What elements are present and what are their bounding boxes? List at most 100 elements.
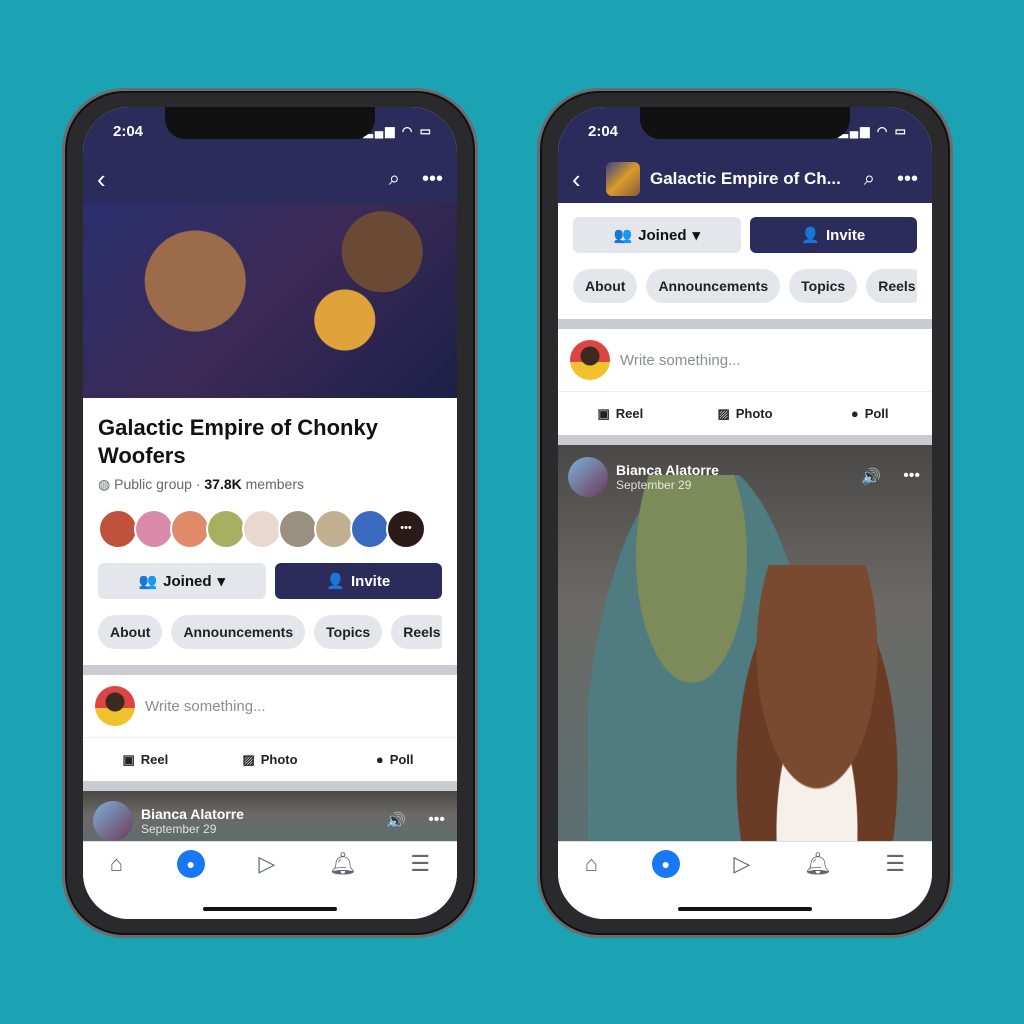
composer[interactable]: Write something... [558,329,932,391]
phone-right: 2:04 ▂▄▆ ◠ ▭ ‹ Galactic Empire of Ch... ⌕ ••… [537,88,953,938]
avatar [570,340,610,380]
status-icons: ▂▄▆ ◠ ▭ [838,124,908,138]
invite-button[interactable]: 👤 Invite [749,217,917,253]
more-icon[interactable]: ••• [428,811,445,831]
tab-topics[interactable]: Topics [789,269,858,303]
home-icon[interactable]: ⌂ [585,851,598,877]
invite-button[interactable]: 👤 Invite [274,563,442,599]
add-person-icon: 👤 [801,227,820,244]
composer[interactable]: Write something... [83,675,457,737]
more-icon[interactable]: ••• [422,168,443,191]
author-name[interactable]: Bianca Alatorre [616,462,719,478]
tab-topics[interactable]: Topics [314,615,383,649]
home-indicator [678,907,812,911]
notch [640,107,850,139]
avatar [314,509,354,549]
avatar [95,686,135,726]
clock: 2:04 [113,122,144,140]
nav-bar: ‹ ⌕ ••• [83,155,457,203]
tab-about[interactable]: About [573,269,638,303]
author-avatar[interactable] [93,801,133,841]
volume-icon[interactable]: 🔊 [861,467,881,487]
clock: 2:04 [588,122,619,140]
tab-announcements[interactable]: Announcements [171,615,306,649]
divider [83,781,457,791]
group-info: ◍ Public group · 37.8K members [98,476,304,492]
groups-icon[interactable]: ● [651,850,680,878]
group-icon: 👥 [613,227,633,244]
poll-button[interactable]: ● Poll [807,392,932,435]
avatar [242,509,282,549]
volume-icon[interactable]: 🔊 [386,811,406,831]
reel-button[interactable]: ▣ Reel [558,392,683,435]
nav-bar: ‹ Galactic Empire of Ch... ⌕ ••• [558,155,932,203]
photo-button[interactable]: ▨ Photo [683,392,808,435]
joined-button[interactable]: 👥 Joined ▾ [573,217,741,253]
caret-down-icon: ▾ [217,573,226,590]
composer-input[interactable]: Write something... [620,352,741,369]
phone-left: 2:04 ▂▄▆ ◠ ▭ ‹ ⌕ ••• Galactic Empire of Cho… [62,88,478,938]
photo-button[interactable]: ▨ Photo [208,738,333,781]
poll-icon: ● [850,406,859,421]
bell-icon[interactable]: 🔔︎ [804,851,832,877]
avatar [278,509,318,549]
screen-group-scrolled: 2:04 ▂▄▆ ◠ ▭ ‹ Galactic Empire of Ch... ⌕ ••… [558,107,932,919]
add-person-icon: 👤 [326,573,345,590]
more-members-icon: ••• [386,509,426,549]
group-icon: 👥 [138,573,158,590]
globe-icon: ◍ [98,476,111,492]
notch [165,107,375,139]
poll-icon: ● [375,752,384,767]
more-icon[interactable]: ••• [903,467,920,487]
tab-reels[interactable]: Reels [866,269,917,303]
back-icon[interactable]: ‹ [572,164,596,195]
tab-announcements[interactable]: Announcements [646,269,781,303]
caret-down-icon: ▾ [692,227,701,244]
post-date: September 29 [616,478,692,492]
home-icon[interactable]: ⌂ [110,851,123,877]
photo-icon: ▨ [717,405,730,421]
avatar [206,509,246,549]
group-title-short: Galactic Empire of Ch... [650,169,841,188]
tab-about[interactable]: About [98,615,163,649]
composer-input[interactable]: Write something... [145,698,266,715]
video-icon[interactable]: ▷ [258,851,275,877]
video-icon[interactable]: ▷ [733,851,750,877]
avatar [170,509,210,549]
menu-icon[interactable]: ☰ [885,851,905,877]
poll-button[interactable]: ● Poll [332,738,457,781]
group-thumbnail [606,162,640,196]
divider [558,319,932,329]
screen-group-page: 2:04 ▂▄▆ ◠ ▭ ‹ ⌕ ••• Galactic Empire of Cho… [83,107,457,919]
joined-button[interactable]: 👥 Joined ▾ [98,563,266,599]
search-icon[interactable]: ⌕ [389,168,400,191]
reel-button[interactable]: ▣ Reel [83,738,208,781]
tab-reels[interactable]: Reels [391,615,442,649]
photo-icon: ▨ [242,751,255,767]
home-indicator [203,907,337,911]
bottom-nav: ⌂ ● ▷ 🔔︎ ☰ [83,841,457,919]
reel-icon: ▣ [122,751,135,767]
groups-icon[interactable]: ● [176,850,205,878]
bell-icon[interactable]: 🔔︎ [329,851,357,877]
more-icon[interactable]: ••• [897,168,918,191]
avatar [134,509,174,549]
avatar [98,509,138,549]
reel-icon: ▣ [597,405,610,421]
avatar [350,509,390,549]
search-icon[interactable]: ⌕ [864,168,875,191]
status-icons: ▂▄▆ ◠ ▭ [363,124,433,138]
divider [558,435,932,445]
author-avatar[interactable] [568,457,608,497]
bottom-nav: ⌂ ● ▷ 🔔︎ ☰ [558,841,932,919]
post-date: September 29 [141,822,217,836]
member-avatars[interactable]: ••• [98,509,442,549]
post[interactable]: Bianca Alatorre September 29 🔊 ••• [558,445,932,845]
group-title: Galactic Empire of Chonky Woofers [98,415,378,468]
menu-icon[interactable]: ☰ [410,851,430,877]
cover-photo [83,203,457,398]
back-icon[interactable]: ‹ [97,164,121,195]
post-photo-dog [732,565,902,845]
author-name[interactable]: Bianca Alatorre [141,806,244,822]
divider [83,665,457,675]
